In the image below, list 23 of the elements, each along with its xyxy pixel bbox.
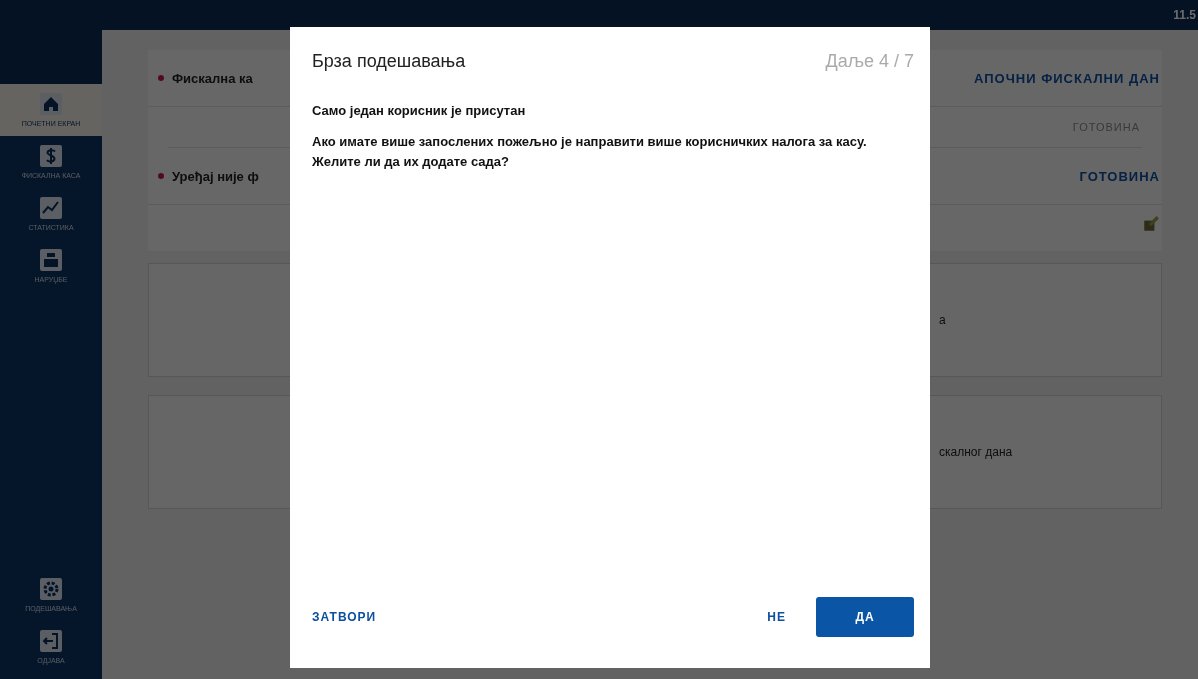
alert-dot: [158, 75, 164, 81]
action-link[interactable]: АПОЧНИ ФИСКАЛНИ ДАН: [974, 70, 1160, 86]
step-counter: Даље 4 / 7: [825, 50, 914, 72]
action-link[interactable]: ГОТОВИНА: [1079, 168, 1160, 184]
card-text: скалног дана: [939, 445, 1013, 459]
text-button[interactable]: ЗАТВОРИ: [312, 598, 391, 636]
dialog-message: Ако имате више запослених пожељно је направити више корисничких налога за касу. Желите ли да их додате сада?: [312, 133, 868, 171]
alert-dot: [158, 173, 164, 179]
dialog-title: Брза подешавања: [312, 50, 466, 72]
confirm-button[interactable]: ДА: [816, 597, 914, 637]
status-title: Уређај није ф: [172, 168, 259, 184]
settings-icon: [39, 577, 63, 601]
status-title: Фискална ка: [172, 70, 253, 86]
logout-icon: [39, 629, 63, 653]
card-text: а: [939, 313, 946, 327]
dialog-heading: Само један корисник је присутан: [312, 103, 527, 118]
clock-time: 11.5: [1173, 8, 1197, 22]
edit-icon[interactable]: [1142, 215, 1160, 233]
dollar-icon: [39, 144, 63, 168]
cash-register-icon: [39, 248, 63, 272]
text-button[interactable]: НЕ: [753, 598, 800, 636]
line-chart-icon: [39, 196, 63, 220]
home-icon: [39, 92, 63, 116]
